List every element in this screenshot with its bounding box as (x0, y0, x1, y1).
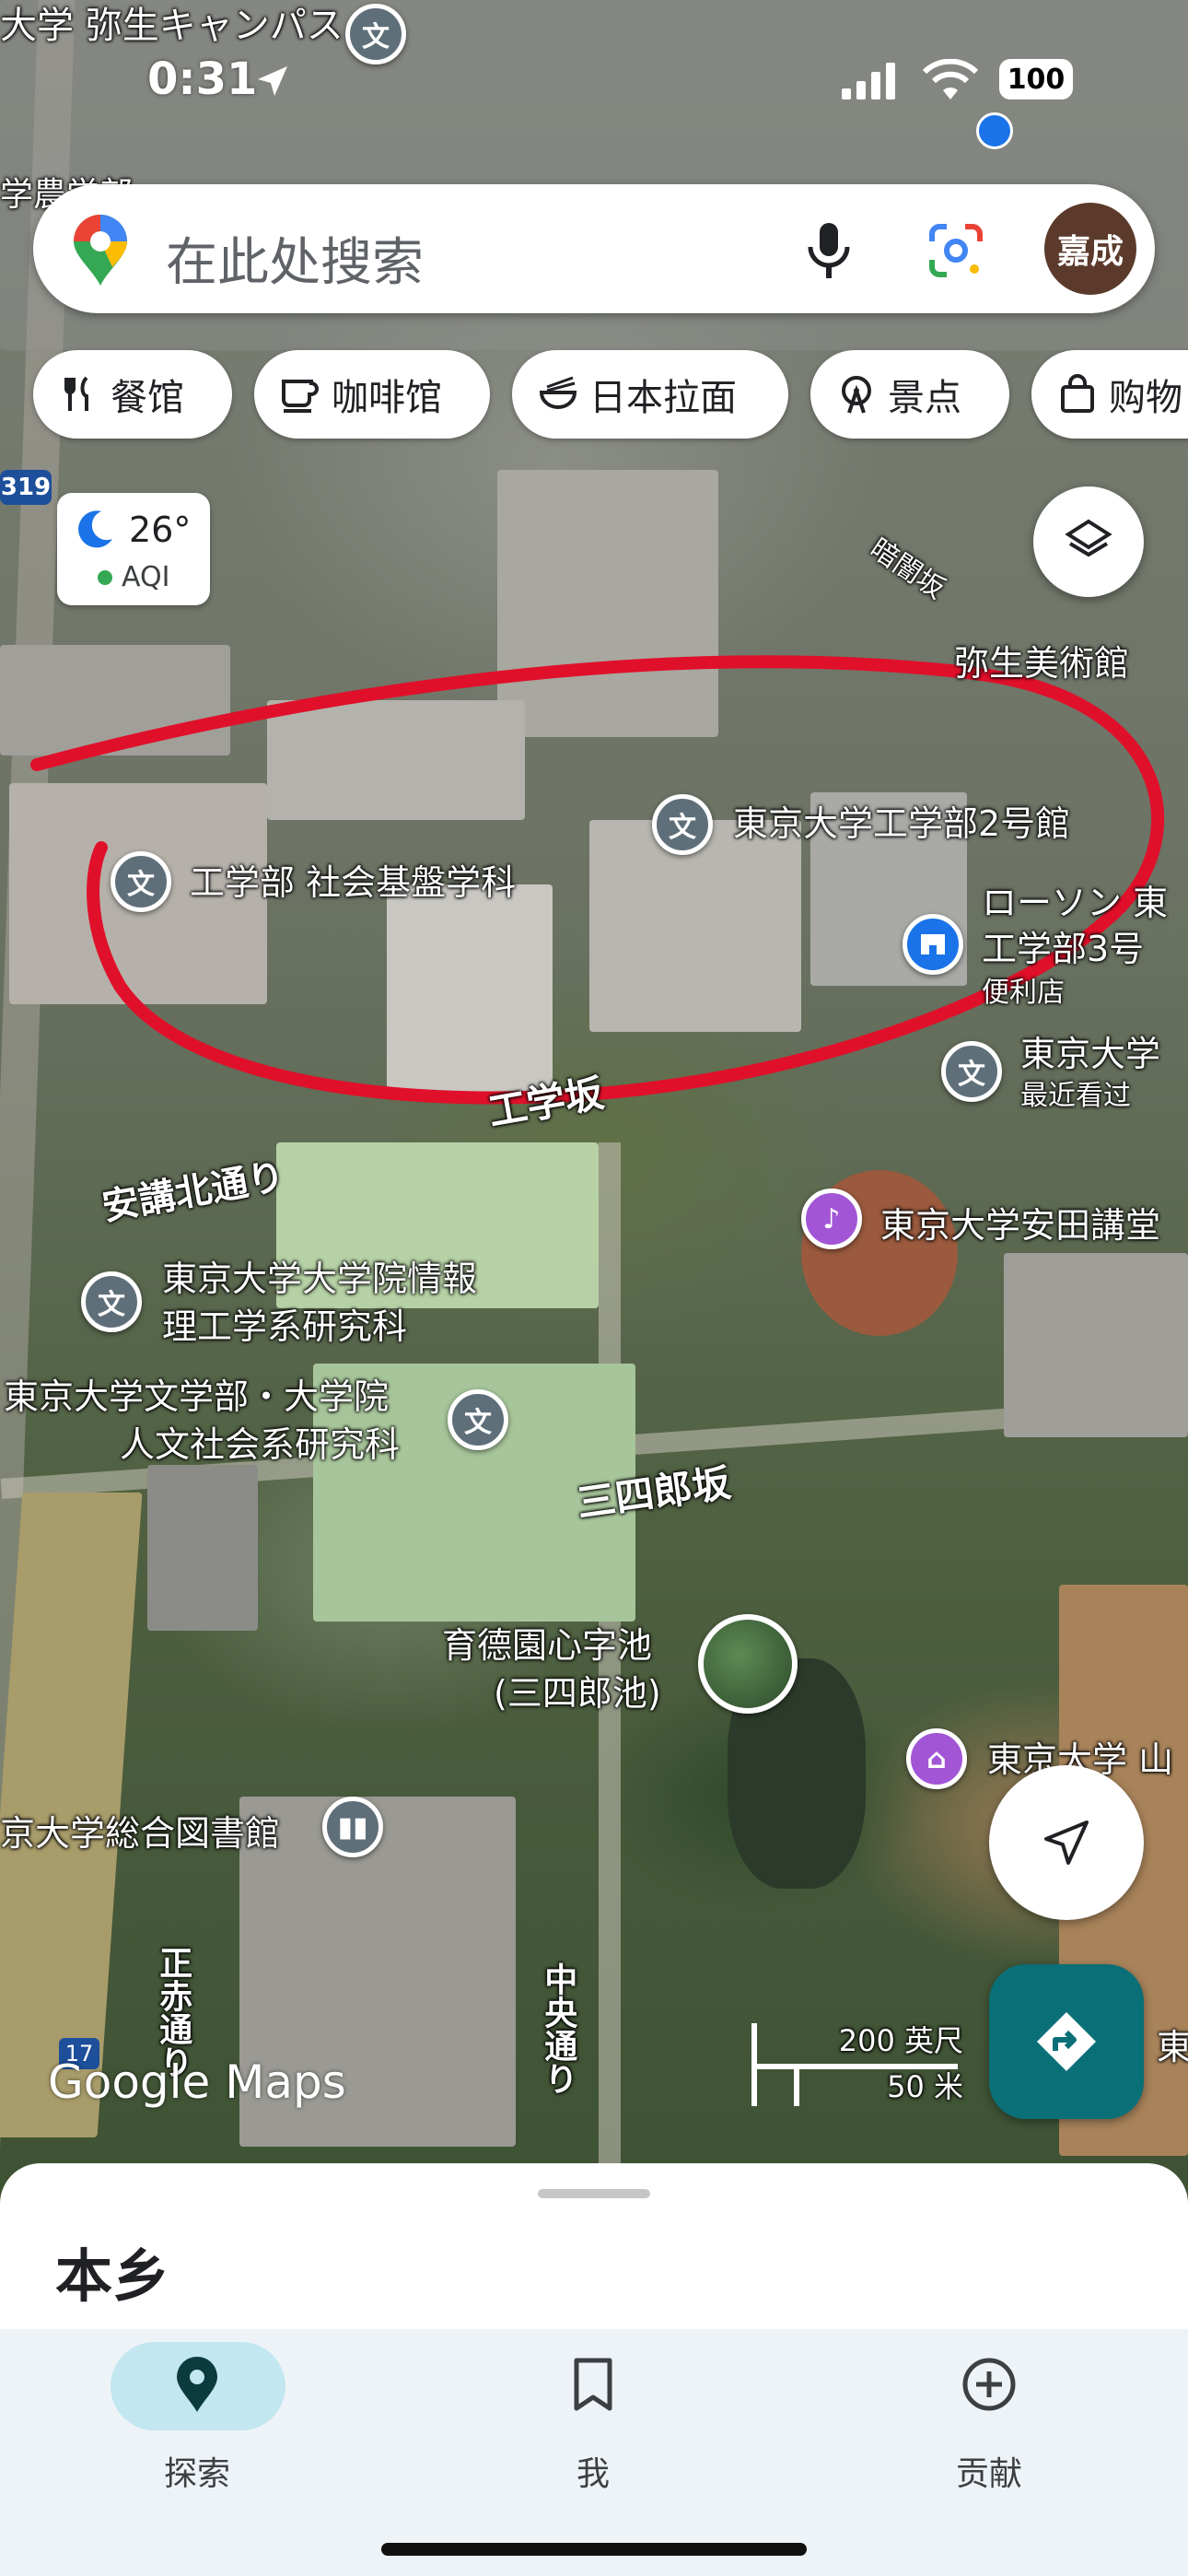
wifi-icon (922, 59, 979, 100)
chip-label: 日本拉面 (589, 377, 737, 419)
scale-meter-label: 50 米 (887, 2069, 963, 2104)
map-label[interactable]: 東京大学大学院情報 (162, 1259, 477, 1301)
layers-button[interactable] (1033, 486, 1144, 597)
chip-label: 景点 (888, 377, 961, 419)
sheet-title: 本乡 (55, 2242, 170, 2310)
bookmark-icon (574, 2358, 612, 2411)
nav-label: 贡献 (955, 2455, 1022, 2493)
microphone-icon[interactable] (801, 221, 856, 280)
music-venue-pin-icon[interactable]: ♪ (801, 1188, 862, 1249)
location-arrow-icon (258, 66, 287, 96)
drag-handle[interactable] (538, 2189, 650, 2198)
map-label[interactable]: 育德園心字池 (442, 1625, 652, 1668)
school-pin-icon[interactable]: 文 (111, 851, 171, 912)
scale-bar: 200 英尺 50 米 (751, 2023, 963, 2106)
map-label[interactable]: 弥生美術館 (954, 643, 1129, 685)
status-bar: 0:31 100 (0, 35, 1188, 127)
chip-attractions[interactable]: 景点 (810, 350, 1009, 439)
map-label[interactable]: 京大学総合図書館 (0, 1813, 280, 1856)
map-label[interactable]: 工学部3号 (982, 929, 1144, 971)
chip-cafes[interactable]: 咖啡馆 (254, 350, 490, 439)
weather-widget[interactable]: 26° AQI (57, 493, 210, 605)
map-label[interactable]: (三四郎池) (494, 1673, 661, 1715)
home-indicator (381, 2543, 807, 2556)
battery-indicator: 100 (999, 59, 1073, 100)
google-maps-pin-icon (74, 215, 127, 286)
convenience-store-pin-icon[interactable] (903, 914, 963, 975)
chip-label: 咖啡馆 (332, 377, 442, 419)
coffee-cup-icon (282, 380, 319, 413)
library-pin-icon[interactable]: ▮▮ (322, 1797, 383, 1857)
search-input[interactable]: 在此处搜索 (166, 221, 424, 296)
google-maps-logo: Google Maps (48, 2055, 346, 2109)
chip-ramen[interactable]: 日本拉面 (512, 350, 788, 439)
category-chips: 餐馆 咖啡馆 日本拉面 景点 购物 (33, 350, 1188, 442)
scale-feet-label: 200 英尺 (838, 2023, 963, 2058)
school-pin-icon[interactable]: 文 (448, 1389, 508, 1450)
map-label[interactable]: 東京大学工学部2号館 (733, 803, 1070, 846)
aqi-label: AQI (122, 561, 170, 593)
map-label[interactable]: 理工学系研究科 (162, 1306, 407, 1349)
map-label[interactable]: 東 (1157, 2027, 1188, 2069)
temple-pin-icon[interactable]: ⌂ (906, 1728, 967, 1789)
building (1004, 1253, 1188, 1437)
map-label[interactable]: ローソン 東 (982, 883, 1168, 925)
search-bar[interactable]: 在此处搜索 嘉成 (33, 184, 1155, 313)
directions-button[interactable] (989, 1964, 1144, 2119)
my-location-button[interactable] (989, 1765, 1144, 1920)
photo-pin-icon[interactable] (698, 1614, 798, 1714)
nav-label: 探索 (163, 2455, 230, 2493)
aqi-dot-icon (98, 570, 112, 585)
map-label[interactable]: 東京大学文学部・大学院 (4, 1376, 389, 1419)
account-avatar[interactable]: 嘉成 (1044, 203, 1136, 295)
cellular-signal-icon (842, 63, 895, 100)
map-label[interactable]: 工学部 社会基盤学科 (190, 862, 516, 905)
map-label: 最近看过 (1020, 1080, 1131, 1112)
temperature: 26° (129, 509, 192, 550)
fork-knife-icon (64, 376, 88, 411)
chip-restaurants[interactable]: 餐馆 (33, 350, 232, 439)
chip-label: 餐馆 (111, 377, 184, 419)
route-badge: 319 (0, 470, 52, 505)
school-pin-icon[interactable]: 文 (81, 1271, 142, 1332)
location-pin-icon (177, 2357, 217, 2412)
add-circle-icon (962, 2358, 1016, 2411)
scale-tick (794, 2064, 799, 2106)
school-pin-icon[interactable]: 文 (941, 1041, 1002, 1102)
building (147, 1465, 258, 1631)
school-pin-icon[interactable]: 文 (652, 794, 713, 855)
bottom-navigation: 探索 我 贡献 (0, 2329, 1188, 2576)
road (599, 1142, 621, 2193)
directions-icon (1037, 2012, 1096, 2071)
chip-label: 购物 (1109, 377, 1182, 419)
map-label[interactable]: 東京大学 (1020, 1034, 1160, 1076)
ferris-wheel-icon (842, 376, 871, 414)
status-time: 0:31 (147, 53, 258, 105)
map-label[interactable]: 東京大学安田講堂 (880, 1205, 1160, 1247)
chip-shopping[interactable]: 购物 (1031, 350, 1188, 439)
map-label[interactable]: 人文社会系研究科 (120, 1424, 400, 1467)
shopping-bag-icon (1061, 374, 1094, 413)
bottom-sheet[interactable]: 本乡 (0, 2163, 1188, 2329)
navigation-arrow-icon (1044, 1821, 1089, 1865)
nav-label: 我 (576, 2455, 610, 2493)
layers-icon (1065, 519, 1112, 557)
map-label: 中央通り (539, 1962, 577, 2095)
map-label: 便利店 (982, 977, 1065, 1009)
moon-icon (78, 510, 112, 548)
google-lens-icon[interactable] (926, 221, 985, 280)
ramen-bowl-icon (539, 376, 577, 409)
